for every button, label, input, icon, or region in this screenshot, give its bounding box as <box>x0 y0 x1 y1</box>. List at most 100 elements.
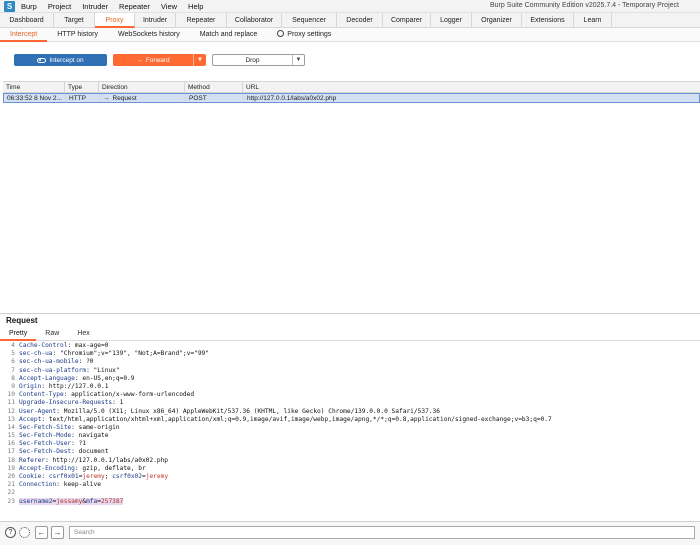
forward-button[interactable]: → Forward ▼ <box>113 54 206 66</box>
column-header-url[interactable]: URL <box>243 82 700 92</box>
table-row[interactable]: 06:33:52 8 Nov 2... HTTP → Request POST h… <box>3 93 700 103</box>
tab-learn[interactable]: Learn <box>574 13 612 28</box>
header-value: keep-alive <box>60 481 101 489</box>
proxy-subtabs: Intercept HTTP history WebSockets histor… <box>0 28 700 42</box>
request-view-tabs: Pretty Raw Hex <box>0 327 700 341</box>
forward-nav-button[interactable]: → <box>51 526 64 539</box>
column-header-type[interactable]: Type <box>65 82 99 92</box>
editor-line: 22 <box>0 489 700 497</box>
gear-icon <box>277 29 285 37</box>
header-name: Sec-Fetch-Dest <box>19 448 72 456</box>
header-value: same-origin <box>74 423 120 431</box>
tab-sequencer[interactable]: Sequencer <box>282 13 337 28</box>
column-header-direction[interactable]: Direction <box>99 82 185 92</box>
header-name: sec-ch-ua-mobile <box>19 358 79 366</box>
tab-raw[interactable]: Raw <box>36 327 68 341</box>
editor-line: 18 Referer: http://127.0.0.1/labs/a0x02.p… <box>0 457 700 465</box>
header-name: Sec-Fetch-Mode <box>19 432 72 440</box>
tab-logger[interactable]: Logger <box>431 13 472 28</box>
intercept-queue-table: Time Type Direction Method URL 06:33:52 … <box>3 81 700 103</box>
arrow-right-icon: → <box>103 95 110 102</box>
line-number: 15 <box>7 432 15 440</box>
menu-burp[interactable]: Burp <box>21 2 37 11</box>
gear-icon[interactable] <box>19 527 30 538</box>
chevron-down-icon[interactable]: ▼ <box>292 55 304 65</box>
tab-match-and-replace[interactable]: Match and replace <box>190 28 268 42</box>
header-name: Accept <box>19 415 42 423</box>
header-value: ?1 <box>74 440 87 448</box>
param-value: 257387 <box>101 497 124 505</box>
menu-project[interactable]: Project <box>48 2 71 11</box>
tab-extensions[interactable]: Extensions <box>522 13 574 28</box>
tab-hex[interactable]: Hex <box>68 327 98 341</box>
tool-tabs: Dashboard Target Proxy Intruder Repeater… <box>0 13 700 28</box>
editor-line: 4 Cache-Control: max-age=0 <box>0 342 700 350</box>
forward-label: Forward <box>145 56 170 64</box>
line-number: 22 <box>7 489 15 497</box>
search-input[interactable]: Search <box>69 526 695 539</box>
header-name: User-Agent <box>19 407 57 415</box>
menu-intruder[interactable]: Intruder <box>82 2 108 11</box>
tab-http-history[interactable]: HTTP history <box>47 28 108 42</box>
cookie-value: jeremy <box>82 473 105 480</box>
line-number: 5 <box>11 350 15 358</box>
chevron-down-icon[interactable]: ▼ <box>193 54 206 66</box>
tab-target[interactable]: Target <box>54 13 95 28</box>
header-value: ?0 <box>82 358 94 366</box>
line-number: 20 <box>7 473 15 480</box>
menu-repeater[interactable]: Repeater <box>119 2 150 11</box>
header-name: Cache-Control <box>19 342 68 349</box>
tab-organizer[interactable]: Organizer <box>472 13 522 28</box>
line-number: 11 <box>7 399 15 407</box>
header-name: Accept-Language <box>19 374 75 382</box>
header-value: Mozilla/5.0 (X11; Linux x86_64) AppleWeb… <box>60 407 440 415</box>
empty-line <box>17 489 19 497</box>
menu-help[interactable]: Help <box>188 2 203 11</box>
tab-repeater[interactable]: Repeater <box>176 13 227 28</box>
header-name: Content-Type <box>19 391 64 399</box>
tab-collaborator[interactable]: Collaborator <box>227 13 282 28</box>
editor-line: 21 Connection: keep-alive <box>0 481 700 489</box>
header-name: sec-ch-ua <box>19 350 53 358</box>
editor-line: 5 sec-ch-ua: "Chromium";v="139", "Not;A=B… <box>0 350 700 358</box>
column-header-method[interactable]: Method <box>185 82 243 92</box>
header-name: Sec-Fetch-User <box>19 440 72 448</box>
request-editor[interactable]: 4 Cache-Control: max-age=0 5 sec-ch-ua: "C… <box>0 342 700 519</box>
tab-intercept[interactable]: Intercept <box>0 28 48 42</box>
header-value: en-US,en;q=0.9 <box>78 374 135 382</box>
editor-line: 11 Upgrade-Insecure-Requests: 1 <box>0 399 700 407</box>
editor-line: 20 Cookie: csrf0x01=jeremy; csrf0x02=jere… <box>0 473 700 481</box>
intercept-toggle-button[interactable]: Intercept on <box>14 54 107 66</box>
tab-decoder[interactable]: Decoder <box>337 13 383 28</box>
header-value: text/html,application/xhtml+xml,applicat… <box>45 415 552 423</box>
editor-line: 14 Sec-Fetch-Site: same-origin <box>0 424 700 432</box>
proxy-settings-button[interactable]: Proxy settings <box>267 28 341 42</box>
editor-line: 13 Accept: text/html,application/xhtml+xm… <box>0 416 700 424</box>
pane-divider[interactable] <box>0 313 700 314</box>
menu-view[interactable]: View <box>161 2 177 11</box>
tab-pretty[interactable]: Pretty <box>0 327 37 341</box>
column-header-time[interactable]: Time <box>3 82 65 92</box>
line-number: 17 <box>7 448 15 456</box>
editor-line: 7 sec-ch-ua-platform: "Linux" <box>0 367 700 375</box>
drop-button[interactable]: Drop ▼ <box>212 54 305 66</box>
editor-line: 9 Origin: http://127.0.0.1 <box>0 383 700 391</box>
cell-type: HTTP <box>66 94 100 102</box>
line-number: 13 <box>7 415 15 423</box>
tab-dashboard[interactable]: Dashboard <box>0 13 54 28</box>
cookie-name: csrf0x02 <box>112 473 142 480</box>
help-icon[interactable]: ? <box>5 527 16 538</box>
editor-line: 19 Accept-Encoding: gzip, deflate, br <box>0 465 700 473</box>
tab-websockets-history[interactable]: WebSockets history <box>108 28 190 42</box>
table-header: Time Type Direction Method URL <box>3 81 700 93</box>
back-button[interactable]: ← <box>35 526 48 539</box>
param-value: jessamy <box>56 497 83 505</box>
header-name: Sec-Fetch-Site <box>19 423 72 431</box>
tab-proxy[interactable]: Proxy <box>95 13 135 28</box>
tab-intruder[interactable]: Intruder <box>135 13 176 28</box>
forward-label-wrap[interactable]: → Forward <box>113 57 193 64</box>
line-number: 6 <box>11 358 15 366</box>
header-value: 1 <box>115 399 124 407</box>
bottom-bar: ? ← → Search <box>0 521 700 545</box>
tab-comparer[interactable]: Comparer <box>383 13 431 28</box>
